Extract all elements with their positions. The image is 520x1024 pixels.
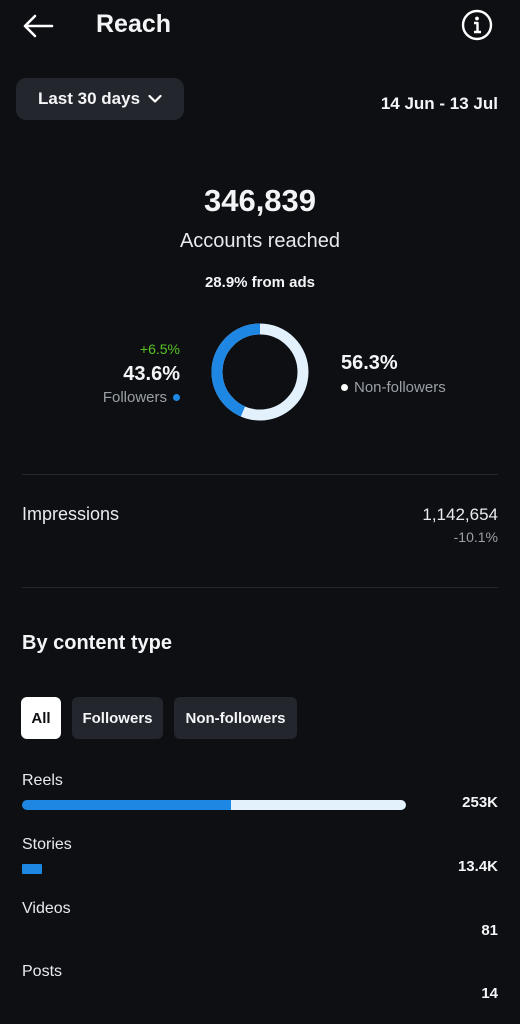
info-button[interactable] [460,8,494,42]
followers-legend-label: Followers [102,389,167,406]
back-button[interactable] [18,8,58,44]
content-row-value: 14 [481,985,498,1002]
filter-nonfollowers[interactable]: Non-followers [174,697,297,739]
impressions-value: 1,142,654 [422,505,498,524]
followers-dot-icon [173,394,180,401]
reach-screen: Reach Last 30 days 14 Jun - 13 Jul 346,8… [0,0,520,1024]
nonfollowers-dot-icon [341,384,348,391]
followers-percentage: 43.6% [123,363,180,385]
date-range-label: Last 30 days [37,89,141,108]
content-row-value: 13.4K [457,858,498,875]
accounts-reached-label: Accounts reached [179,230,341,252]
content-row-label: Stories [22,836,72,853]
followers-change: +6.5% [139,341,180,357]
nonfollowers-percentage: 56.3% [341,352,398,374]
date-range-text: 14 Jun - 13 Jul [380,94,498,113]
divider [22,587,498,588]
page-title: Reach [96,10,172,38]
stories-bar [22,864,43,874]
info-circle-icon [461,9,493,41]
content-row-label: Videos [22,900,71,917]
followers-legend: Followers [103,389,180,406]
filter-followers[interactable]: Followers [72,697,163,739]
filter-all[interactable]: All [21,697,61,739]
ads-percentage: 28.9% from ads [204,274,316,291]
reels-nonfollowers-segment [231,800,406,810]
reels-followers-segment [22,800,232,810]
stories-followers-segment [22,864,43,874]
arrow-left-icon [23,14,54,38]
nonfollowers-legend: Non-followers [341,379,446,396]
accounts-reached-value: 346,839 [203,183,317,218]
content-row-value: 253K [462,794,498,811]
audience-donut-chart [211,323,309,421]
impressions-change: -10.1% [453,529,498,545]
divider [22,474,498,475]
content-row-label: Posts [22,963,63,980]
content-row-value: 81 [481,922,498,939]
content-row-label: Reels [22,772,63,789]
chevron-down-icon [148,94,162,103]
impressions-label: Impressions [22,504,120,524]
date-range-dropdown[interactable]: Last 30 days [16,78,184,120]
content-type-title: By content type [22,632,173,654]
nonfollowers-legend-label: Non-followers [354,379,446,396]
reels-bar [22,800,406,810]
